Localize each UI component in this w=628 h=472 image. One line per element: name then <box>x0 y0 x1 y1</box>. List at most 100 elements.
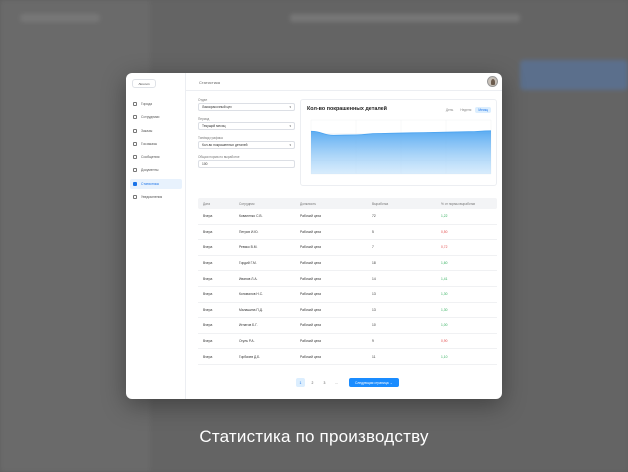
header-norm-percent: % от нормы выработки <box>441 201 476 206</box>
sidebar-item-label: Города <box>141 102 153 106</box>
chevron-down-icon: ▾ <box>289 105 291 109</box>
sidebar-item-0[interactable]: Города <box>130 99 182 109</box>
sidebar-item-5[interactable]: Документы <box>130 165 182 175</box>
cell-output: 9 <box>372 339 374 344</box>
norm-input[interactable]: 100 <box>198 160 295 168</box>
table-row[interactable]: Вчера Гордий Г.М. Рабочий цеха 18 1,60 <box>198 256 497 272</box>
table-body: Вчера Коваленко С.В. Рабочий цеха 72 1,22 Вче… <box>198 209 497 365</box>
cell-employee: Коновалов Н.С. <box>239 292 264 297</box>
cell-employee: Горбачев Д.Б. <box>239 354 261 359</box>
building-icon <box>133 102 137 106</box>
table-row[interactable]: Вчера Горбачев Д.Б. Рабочий цеха 11 1,10 <box>198 349 497 365</box>
cell-output: 11 <box>372 354 376 359</box>
table-row[interactable]: Вчера Коновалов Н.С. Рабочий цеха 13 1,30 <box>198 287 497 303</box>
chart-type-value: Кол-во покрашенных деталей <box>202 143 248 147</box>
area-fill <box>311 130 491 174</box>
range-tabs: День Неделя Месяц <box>442 107 491 113</box>
table-row[interactable]: Вчера Петров И.Ю. Рабочий цеха 5 0,50 <box>198 225 497 241</box>
cell-employee: Малашина П.Д. <box>239 307 263 312</box>
mail-icon <box>133 155 137 160</box>
area-chart <box>310 119 492 175</box>
chart-type-select[interactable]: Кол-во покрашенных деталей ▾ <box>198 141 295 149</box>
period-value: Текущий месяц <box>202 124 226 128</box>
pagination: 1 2 3... Следующая страница → <box>296 378 399 387</box>
cell-norm-percent: 1,10 <box>441 354 448 359</box>
stats-table: Дата Сотрудник Должность Выработка % от … <box>198 198 497 365</box>
header-date[interactable]: Дата <box>198 202 239 206</box>
avatar[interactable] <box>487 76 498 87</box>
sidebar-item-6[interactable]: Статистика <box>130 178 182 189</box>
next-page-button[interactable]: Следующая страница → <box>349 378 399 387</box>
workshop-select[interactable]: Лакокрасочный цех ▾ <box>198 103 295 111</box>
cell-date: Вчера <box>203 214 213 219</box>
cell-norm-percent: 1,00 <box>441 323 448 328</box>
cell-date: Вчера <box>203 245 213 250</box>
sidebar-item-3[interactable]: Госзаказы <box>130 139 182 149</box>
period-select[interactable]: Текущий месяц ▾ <box>198 122 295 130</box>
gov-orders-icon <box>133 141 137 146</box>
caption: Статистика по производству <box>199 427 429 446</box>
cell-position: Рабочий цеха <box>300 276 321 281</box>
cell-position: Рабочий цеха <box>300 245 321 250</box>
cell-position: Рабочий цеха <box>300 229 321 234</box>
table-row[interactable]: Вчера Ревяко В.М. Рабочий цеха 7 0,72 <box>198 240 497 256</box>
page-button[interactable]: 2 <box>308 378 317 387</box>
range-tab[interactable]: Неделя <box>457 107 474 113</box>
cell-date: Вчера <box>203 261 213 266</box>
cell-position: Рабочий цеха <box>300 307 321 312</box>
sidebar-item-label: Документы <box>141 168 159 173</box>
table-row[interactable]: Вчера Игнатов Б.Г. Рабочий цеха 10 1,00 <box>198 318 497 334</box>
cell-position: Рабочий цеха <box>300 261 321 266</box>
sidebar-item-label: Уведомления <box>141 195 163 200</box>
table-row[interactable]: Вчера Иванов Л.А. Рабочий цеха 14 1,41 <box>198 271 497 287</box>
document-icon <box>133 168 137 173</box>
header-employee: Сотрудник <box>239 201 255 206</box>
cell-employee: Ревяко В.М. <box>239 245 258 250</box>
norm-value: 100 <box>202 162 208 166</box>
cell-norm-percent: 1,30 <box>441 292 448 297</box>
cell-employee: Гордий Г.М. <box>239 261 257 266</box>
chevron-down-icon: ▾ <box>289 143 291 147</box>
cell-date: Вчера <box>203 229 213 234</box>
page-button[interactable]: 1 <box>296 378 305 387</box>
cell-norm-percent: 0,50 <box>441 229 448 234</box>
page-title: Статистика <box>199 80 221 85</box>
cell-employee: Коваленко С.В. <box>239 214 263 219</box>
cell-date: Вчера <box>203 292 213 297</box>
cell-output: 10 <box>372 323 376 328</box>
page-buttons: 1 2 3... <box>296 378 344 387</box>
cell-employee: Петров И.Ю. <box>239 229 259 234</box>
table-row[interactable]: Вчера Коваленко С.В. Рабочий цеха 72 1,22 <box>198 209 497 225</box>
logo[interactable]: Логотип <box>132 79 156 88</box>
cell-employee: Иванов Л.А. <box>239 276 258 281</box>
sidebar-item-label: Заказы <box>141 128 153 133</box>
table-row[interactable]: Вчера Малашина П.Д. Рабочий цеха 13 1,30 <box>198 303 497 319</box>
page-button[interactable]: ... <box>332 378 341 387</box>
sidebar-item-2[interactable]: Заказы <box>130 126 182 136</box>
sidebar-item-label: Сообщения <box>141 155 160 160</box>
page-button[interactable]: 3 <box>320 378 329 387</box>
topbar: Статистика <box>186 73 502 91</box>
sidebar-item-7[interactable]: Уведомления <box>130 192 182 202</box>
cell-date: Вчера <box>203 339 213 344</box>
header-position: Должность <box>300 201 317 206</box>
cell-output: 13 <box>372 292 376 297</box>
stats-icon <box>133 181 137 186</box>
workshop-value: Лакокрасочный цех <box>202 105 232 109</box>
cell-output: 14 <box>372 276 376 281</box>
range-tab[interactable]: Месяц <box>475 107 491 113</box>
cell-position: Рабочий цеха <box>300 323 321 328</box>
cell-output: 18 <box>372 261 376 266</box>
cell-date: Вчера <box>203 276 213 281</box>
sidebar-item-1[interactable]: Сотрудники <box>130 112 182 122</box>
sidebar-item-4[interactable]: Сообщения <box>130 152 182 162</box>
table-header: Дата Сотрудник Должность Выработка % от … <box>198 198 497 209</box>
cell-output: 13 <box>372 307 376 312</box>
cell-position: Рабочий цеха <box>300 214 321 219</box>
range-tab[interactable]: День <box>443 107 456 113</box>
bell-icon <box>133 195 137 200</box>
chevron-down-icon: ▾ <box>289 124 291 128</box>
table-row[interactable]: Вчера Огуль Р.А. Рабочий цеха 9 0,90 <box>198 334 497 350</box>
users-icon <box>133 115 137 120</box>
cell-norm-percent: 1,30 <box>441 307 448 312</box>
